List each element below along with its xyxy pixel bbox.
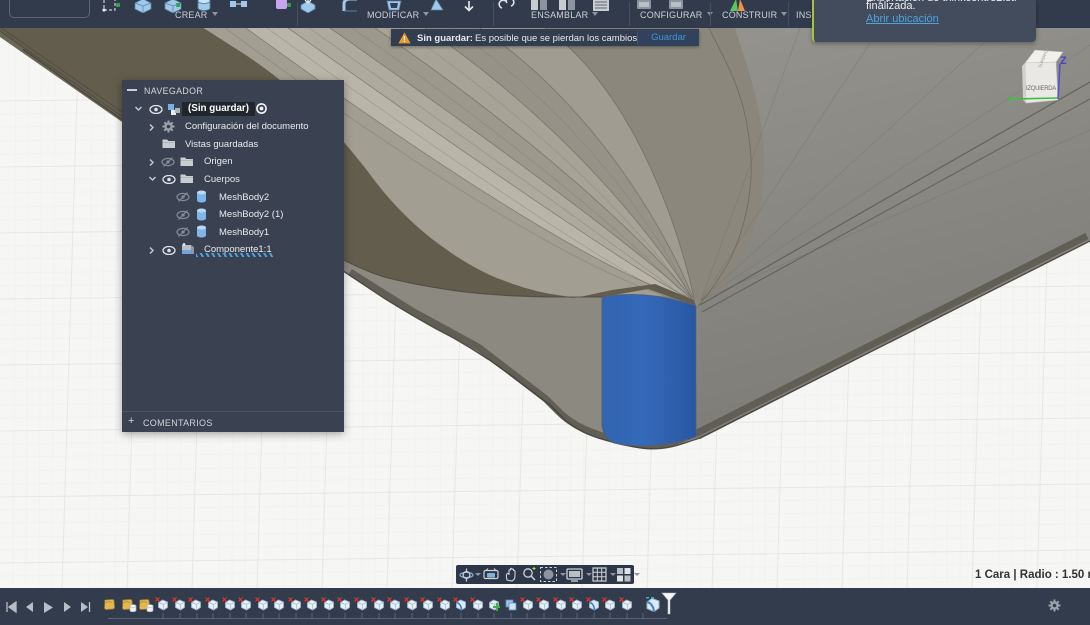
svg-text:Y: Y	[1007, 94, 1015, 106]
svg-text:!: !	[403, 35, 406, 44]
svg-text:Z: Z	[1060, 55, 1067, 67]
svg-text:IZQUIERDA: IZQUIERDA	[1026, 86, 1056, 92]
